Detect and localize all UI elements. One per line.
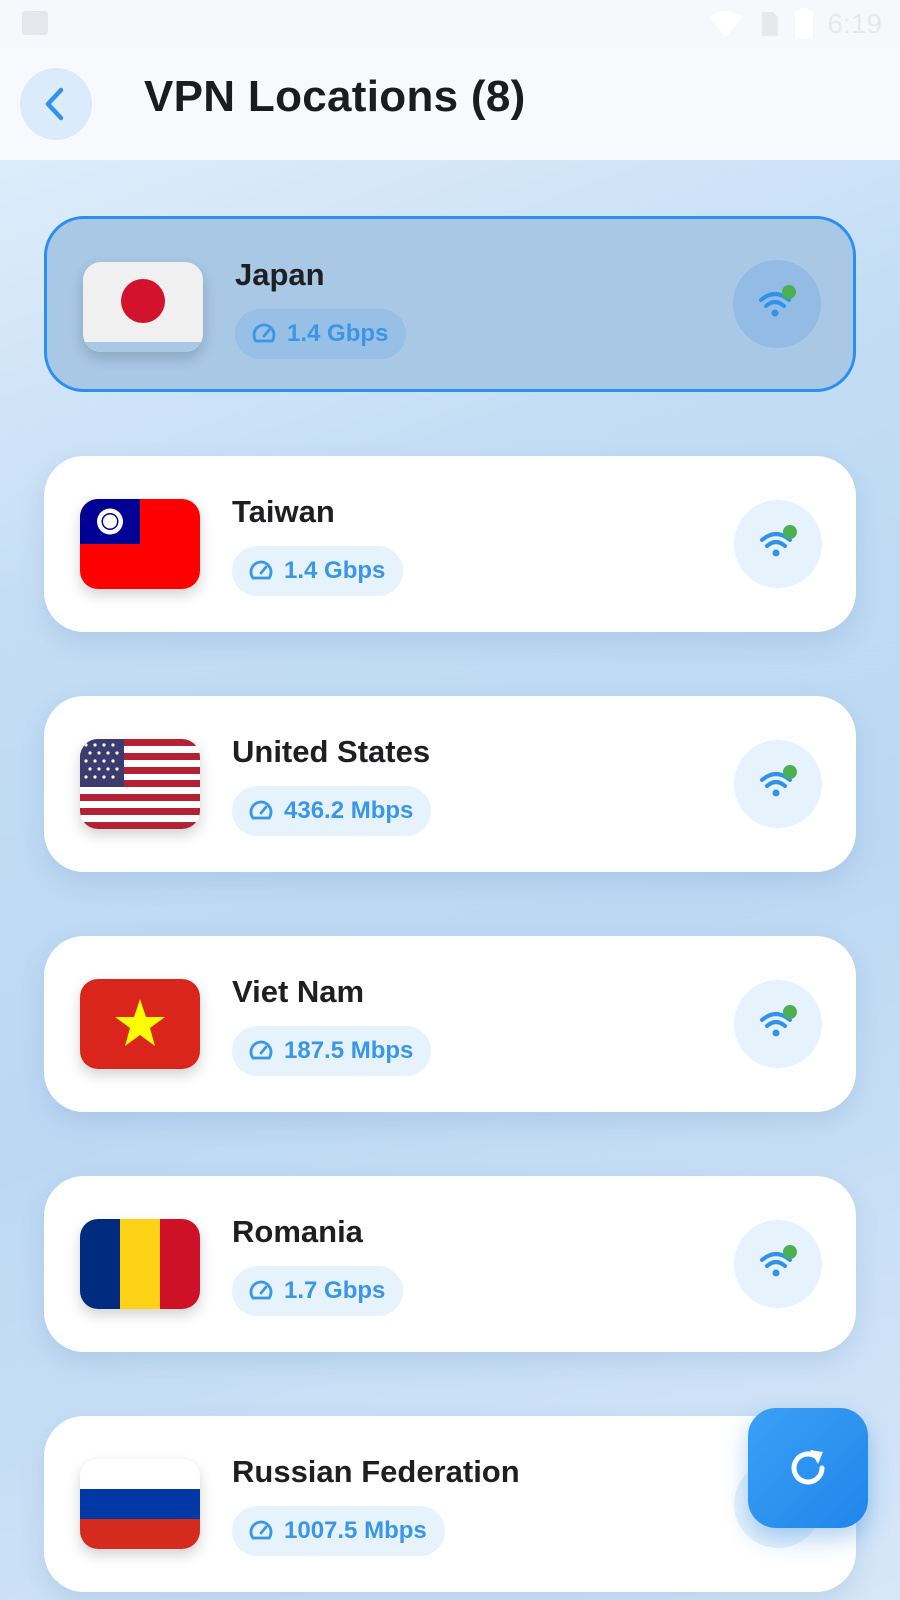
speedometer-icon <box>249 1280 273 1300</box>
back-button[interactable] <box>20 68 92 140</box>
country-name: Japan <box>235 257 325 292</box>
page-title: VPN Locations (8) <box>144 72 526 121</box>
location-card-russian-federation[interactable]: Russian Federation 1007.5 Mbps <box>44 1416 856 1592</box>
wifi-signal-icon <box>760 1005 797 1037</box>
location-card-romania[interactable]: Romania 1.7 Gbps <box>44 1176 856 1352</box>
speed-chip: 1.7 Gbps <box>232 1266 404 1316</box>
location-card-viet-nam[interactable]: Viet Nam 187.5 Mbps <box>44 936 856 1112</box>
flag-russian-federation <box>80 1459 200 1549</box>
chevron-left-icon <box>45 87 64 121</box>
location-card-united-states[interactable]: United States 436.2 Mbps <box>44 696 856 872</box>
speedometer-icon <box>249 560 273 580</box>
flag-viet-nam <box>80 979 200 1069</box>
connect-button[interactable] <box>734 980 822 1068</box>
speed-chip: 1007.5 Mbps <box>232 1506 445 1556</box>
speed-chip: 1.4 Gbps <box>235 309 407 359</box>
speed-value: 1.4 Gbps <box>287 320 389 347</box>
speed-chip: 436.2 Mbps <box>232 786 432 836</box>
country-name: Romania <box>232 1214 363 1249</box>
wifi-signal-icon <box>760 525 797 557</box>
country-name: United States <box>232 734 431 769</box>
connect-button[interactable] <box>733 260 821 348</box>
speedometer-icon <box>249 1040 273 1060</box>
status-bar: 6:19 <box>0 0 900 48</box>
wifi-signal-icon <box>760 1245 797 1277</box>
wifi-status-icon <box>708 11 743 37</box>
speedometer-icon <box>252 323 276 343</box>
image-notification-icon <box>22 11 48 35</box>
speed-chip: 187.5 Mbps <box>232 1026 432 1076</box>
country-name: Viet Nam <box>232 974 365 1009</box>
refresh-icon <box>791 1450 825 1485</box>
battery-icon <box>794 8 813 39</box>
no-sim-icon <box>761 12 778 36</box>
connect-button[interactable] <box>734 740 822 828</box>
wifi-signal-icon <box>759 285 796 317</box>
speed-value: 1.4 Gbps <box>284 557 386 584</box>
location-card-taiwan[interactable]: Taiwan 1.4 Gbps <box>44 456 856 632</box>
location-card-japan[interactable]: Japan 1.4 Gbps <box>44 216 856 392</box>
flag-united-states <box>80 739 200 829</box>
connect-button[interactable] <box>734 500 822 588</box>
connect-button[interactable] <box>734 1220 822 1308</box>
speed-value: 1.7 Gbps <box>284 1277 386 1304</box>
country-name: Taiwan <box>232 494 335 529</box>
flag-japan <box>83 262 203 352</box>
status-icons: 6:19 <box>708 6 883 42</box>
speedometer-icon <box>249 1520 273 1540</box>
country-name: Russian Federation <box>232 1454 520 1489</box>
refresh-button[interactable] <box>748 1408 868 1528</box>
app-bar: VPN Locations (8) <box>0 48 900 160</box>
speed-value: 436.2 Mbps <box>284 797 414 824</box>
speedometer-icon <box>249 800 273 820</box>
wifi-signal-icon <box>760 765 797 797</box>
speed-value: 187.5 Mbps <box>284 1037 414 1064</box>
speed-chip: 1.4 Gbps <box>232 546 404 596</box>
status-time: 6:19 <box>827 8 883 39</box>
speed-value: 1007.5 Mbps <box>284 1517 427 1544</box>
flag-taiwan <box>80 499 200 589</box>
flag-romania <box>80 1219 200 1309</box>
